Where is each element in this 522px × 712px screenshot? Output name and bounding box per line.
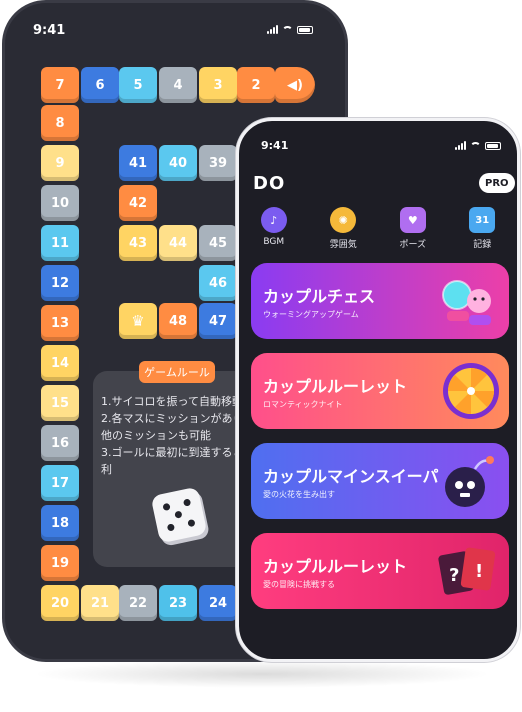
- board-tile: 42: [119, 185, 157, 221]
- sound-tile[interactable]: ◀): [275, 67, 315, 103]
- speaker-icon: ◀): [287, 77, 303, 93]
- quick-icon-mood[interactable]: ✺ 雰囲気: [317, 207, 369, 250]
- calendar-icon: 31: [469, 207, 496, 233]
- board-tile: 5: [119, 67, 157, 103]
- board-tile: 19: [41, 545, 79, 581]
- card-couple-chess[interactable]: カップルチェス ウォーミングアップゲーム: [251, 263, 509, 339]
- signal-icon: [267, 25, 278, 34]
- chess-icon: [442, 280, 491, 325]
- quick-icon-label: 記録: [473, 240, 492, 250]
- dice-pip: [162, 502, 171, 512]
- card-subtitle: 愛の火花を生み出す: [263, 490, 335, 499]
- board-tile: 24: [199, 585, 237, 621]
- quick-icon-bgm[interactable]: ♪ BGM: [248, 207, 300, 250]
- status-time: 9:41: [33, 23, 66, 38]
- board-tile: 20: [41, 585, 79, 621]
- board-tile: 17: [41, 465, 79, 501]
- rules-line: 他のミッションも可能: [101, 429, 211, 442]
- app-logo: DO: [253, 173, 286, 194]
- board-tile: 3: [199, 67, 237, 103]
- dice-pip: [166, 523, 176, 532]
- quick-icon-label: ポーズ: [399, 240, 427, 250]
- rules-title: ゲームルール: [139, 361, 215, 383]
- board-tile: 7: [41, 67, 79, 103]
- board-tile: 22: [119, 585, 157, 621]
- vinyl-icon: ♪: [260, 207, 287, 233]
- crown-icon: ♛: [131, 312, 145, 330]
- signal-icon: [455, 141, 466, 150]
- quick-icon-pose[interactable]: ♥ ポーズ: [387, 207, 439, 250]
- wifi-icon: [470, 141, 481, 150]
- board-tile: 9: [41, 145, 79, 181]
- board-tile: 44: [159, 225, 197, 261]
- card-subtitle: ロマンティックナイト: [263, 400, 343, 409]
- board-tile: 46: [199, 265, 237, 301]
- quick-icon-record[interactable]: 31 記録: [456, 207, 508, 250]
- lamp-icon: ✺: [330, 207, 357, 233]
- quick-icon-label: BGM: [263, 237, 285, 247]
- card-couple-roulette-adventure[interactable]: カップルルーレット 愛の冒険に挑戦する ? !: [251, 533, 509, 609]
- rules-line: 2.各マスにミッションがあり: [101, 412, 244, 425]
- board-tile: 16: [41, 425, 79, 461]
- quick-icon-label: 雰囲気: [329, 240, 357, 250]
- board-tile: 39: [199, 145, 237, 181]
- board-tile: 23: [159, 585, 197, 621]
- board-tile: 45: [199, 225, 237, 261]
- card-title: カップルルーレット: [263, 377, 408, 396]
- battery-icon: [485, 141, 501, 150]
- board-tile: 15: [41, 385, 79, 421]
- board-tile: 47: [199, 303, 237, 339]
- card-subtitle: ウォーミングアップゲーム: [263, 310, 359, 319]
- quick-icons: ♪ BGM ✺ 雰囲気 ♥ ポーズ 31 記録: [239, 207, 517, 250]
- wifi-icon: [282, 25, 293, 34]
- board-tile: 13: [41, 305, 79, 341]
- board-tile: 14: [41, 345, 79, 381]
- svg-text:?: ?: [449, 565, 459, 586]
- status-time: 9:41: [261, 139, 289, 152]
- status-icons: [267, 25, 313, 34]
- board-tile: 18: [41, 505, 79, 541]
- roulette-icon: [443, 363, 499, 419]
- board-tile: 12: [41, 265, 79, 301]
- board-tile: 41: [119, 145, 157, 181]
- board-tile: 43: [119, 225, 157, 261]
- card-title: カップルチェス: [263, 287, 376, 306]
- board-tile: 48: [159, 303, 197, 339]
- rules-text: 1.サイコロを振って自動移動 2.各マスにミッションがあり 他のミッションも可能…: [101, 393, 251, 478]
- crown-tile: ♛: [119, 303, 157, 339]
- bomb-icon: [445, 456, 494, 507]
- board-tile: 2: [237, 67, 275, 103]
- board-tile: 11: [41, 225, 79, 261]
- cards-icon: ? !: [438, 547, 496, 595]
- rules-line: 1.サイコロを振って自動移動: [101, 395, 243, 408]
- pro-button[interactable]: PRO: [479, 173, 515, 193]
- status-icons: [455, 141, 501, 150]
- dice-pip: [187, 518, 196, 528]
- battery-icon: [297, 25, 313, 34]
- rules-line: 3.ゴールに最初に到達すると: [101, 446, 244, 459]
- device-shadow: [32, 660, 492, 688]
- board-tile: 4: [159, 67, 197, 103]
- board-tile: 6: [81, 67, 119, 103]
- card-title: カップルマインスイーパ: [263, 467, 439, 486]
- card-subtitle: 愛の冒険に挑戦する: [263, 580, 335, 589]
- menu-phone: 9:41 DO PRO ♪ BGM ✺ 雰囲気 ♥ ポーズ 31 記録 カップル…: [236, 118, 520, 662]
- board-tile: 21: [81, 585, 119, 621]
- rules-line: 利: [101, 463, 112, 476]
- card-couple-roulette[interactable]: カップルルーレット ロマンティックナイト: [251, 353, 509, 429]
- board-tile: 10: [41, 185, 79, 221]
- heart-hands-icon: ♥: [399, 207, 426, 233]
- dice-pip: [174, 510, 183, 519]
- board-tile: 8: [41, 105, 79, 141]
- dice-button[interactable]: [150, 486, 208, 544]
- dice-pip: [182, 498, 192, 507]
- card-title: カップルルーレット: [263, 557, 408, 576]
- svg-text:!: !: [475, 561, 483, 582]
- card-couple-minesweeper[interactable]: カップルマインスイーパ 愛の火花を生み出す: [251, 443, 509, 519]
- board-tile: 40: [159, 145, 197, 181]
